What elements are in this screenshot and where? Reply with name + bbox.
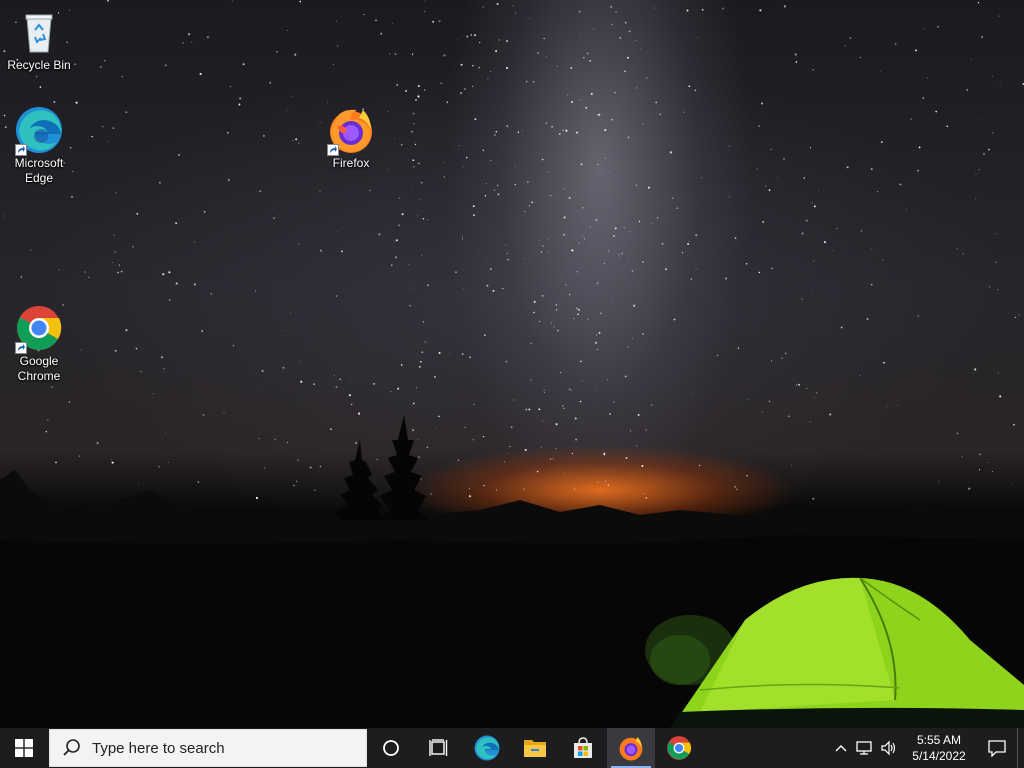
edge-icon	[474, 735, 500, 761]
clock[interactable]: 5:55 AM 5/14/2022	[909, 732, 969, 764]
desktop-icon-microsoft-edge[interactable]: Microsoft Edge	[2, 106, 76, 186]
chevron-up-icon	[835, 745, 847, 752]
network-icon	[856, 741, 872, 755]
recycle-bin-icon	[15, 8, 63, 56]
firefox-icon	[327, 106, 375, 156]
action-center-button[interactable]	[977, 728, 1017, 768]
taskbar-file-explorer-button[interactable]	[511, 728, 559, 768]
show-desktop-button[interactable]	[1017, 728, 1024, 768]
search-placeholder: Type here to search	[92, 739, 225, 757]
taskbar-firefox-button[interactable]	[607, 728, 655, 768]
firefox-label: Firefox	[332, 156, 370, 170]
shortcut-arrow-icon	[327, 144, 339, 156]
show-hidden-icons-button[interactable]	[829, 728, 853, 768]
network-button[interactable]	[853, 728, 877, 768]
search-icon	[63, 739, 80, 756]
cortana-button[interactable]	[367, 728, 415, 768]
clock-time: 5:55 AM	[916, 733, 962, 747]
notification-icon	[988, 740, 1006, 757]
cortana-icon	[383, 740, 399, 756]
chrome-icon	[15, 304, 63, 354]
recycle-bin-label: Recycle Bin	[7, 58, 71, 72]
chrome-icon	[667, 736, 692, 760]
taskbar-store-button[interactable]	[559, 728, 607, 768]
volume-button[interactable]	[877, 728, 901, 768]
desktop-icon-google-chrome[interactable]: Google Chrome	[2, 304, 76, 384]
search-input[interactable]: Type here to search	[49, 729, 367, 767]
firefox-icon	[619, 737, 643, 761]
google-chrome-label: Google Chrome	[17, 354, 61, 383]
taskbar-edge-button[interactable]	[463, 728, 511, 768]
task-view-button[interactable]	[415, 728, 463, 768]
desktop[interactable]: Recycle Bin Microsoft Edge Firefox Googl…	[0, 0, 1024, 728]
task-view-icon	[429, 739, 448, 756]
microsoft-edge-label: Microsoft Edge	[14, 156, 64, 185]
wallpaper-landscape	[0, 415, 1024, 728]
desktop-icon-recycle-bin[interactable]: Recycle Bin	[2, 8, 76, 73]
taskbar: Type here to search 5:55 AM 5/14/2022	[0, 728, 1024, 768]
edge-icon	[15, 106, 63, 156]
system-tray: 5:55 AM 5/14/2022	[829, 728, 1024, 768]
shortcut-arrow-icon	[15, 144, 27, 156]
taskbar-chrome-button[interactable]	[655, 728, 703, 768]
windows-logo-icon	[15, 739, 33, 757]
clock-date: 5/14/2022	[912, 749, 966, 763]
desktop-icon-firefox[interactable]: Firefox	[314, 106, 388, 171]
start-button[interactable]	[0, 728, 48, 768]
volume-icon	[881, 740, 896, 756]
file-explorer-icon	[524, 740, 546, 757]
shortcut-arrow-icon	[15, 342, 27, 354]
store-icon	[574, 737, 592, 758]
